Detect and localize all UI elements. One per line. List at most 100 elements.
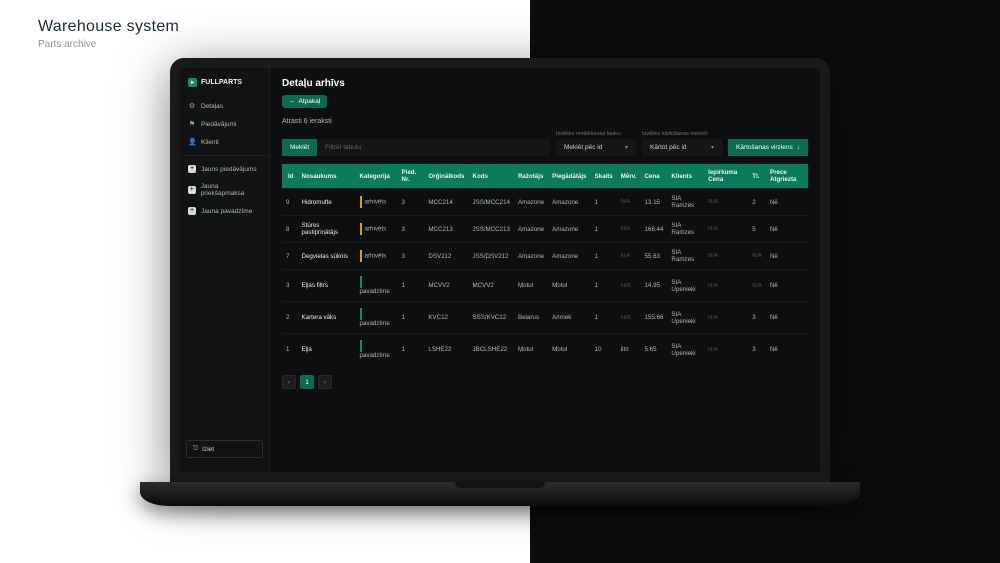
page-subtitle: Parts archive bbox=[38, 39, 179, 50]
sidebar-action-new-prepayment[interactable]: + Jauna priekšapmaksa bbox=[180, 178, 269, 202]
table-cell: Nē bbox=[766, 189, 808, 216]
table-cell: 9 bbox=[282, 189, 298, 216]
table-header-cell[interactable]: Cena bbox=[640, 164, 667, 189]
back-button[interactable]: ← Atpakaļ bbox=[282, 95, 327, 108]
table-cell: N/A bbox=[617, 243, 641, 270]
table-cell: 2 bbox=[282, 302, 298, 334]
table-cell: SIA Ramzes bbox=[667, 243, 704, 270]
table-cell: N/A bbox=[617, 189, 641, 216]
table-cell: 3 bbox=[748, 302, 766, 334]
table-header-cell[interactable]: Mērv. bbox=[617, 164, 641, 189]
view-title: Detaļu arhīvs bbox=[282, 78, 808, 89]
table-header-cell[interactable]: Tl. bbox=[748, 164, 766, 189]
sidebar-action-new-offer[interactable]: + Jauns piedāvājums bbox=[180, 160, 269, 178]
page-prev-button[interactable]: ‹ bbox=[282, 375, 296, 389]
sort-field-select[interactable]: Kārtot pēc id ▾ bbox=[642, 139, 722, 156]
table-header-cell[interactable]: Ražotājs bbox=[514, 164, 548, 189]
table-cell: SIA Upenieki bbox=[667, 334, 704, 366]
table-cell: MCVV2 bbox=[468, 270, 513, 302]
person-icon: 👤 bbox=[188, 138, 196, 146]
sort-direction-button[interactable]: Kārtošanas virziens ↓ bbox=[728, 139, 808, 156]
brand[interactable]: ▸ FULLPARTS bbox=[180, 76, 269, 97]
table-header-cell[interactable]: Klients bbox=[667, 164, 704, 189]
sidebar-item-detalas[interactable]: ⚙ Detaļas bbox=[180, 97, 269, 115]
table-cell: arhivēts bbox=[356, 189, 398, 216]
table-cell: litri bbox=[617, 334, 641, 366]
table-header-cell[interactable]: Id bbox=[282, 164, 298, 189]
search-button[interactable]: Meklēt bbox=[282, 139, 317, 156]
table-cell: 7 bbox=[282, 243, 298, 270]
table-cell: Nē bbox=[766, 302, 808, 334]
table-header-cell[interactable]: Skaits bbox=[591, 164, 617, 189]
chevron-down-icon: ▾ bbox=[711, 144, 714, 151]
category-bar-icon bbox=[360, 250, 362, 262]
table-cell: Motul bbox=[548, 334, 590, 366]
table-cell: MCVV2 bbox=[424, 270, 468, 302]
laptop-base bbox=[140, 482, 860, 506]
table-cell: JSS/DSV212 bbox=[468, 243, 513, 270]
table-cell: N/A bbox=[704, 216, 748, 243]
table-header-cell[interactable]: Nosaukums bbox=[298, 164, 356, 189]
sidebar-item-label: Detaļas bbox=[201, 103, 223, 110]
table-cell: arhivēts bbox=[356, 216, 398, 243]
table-header-cell[interactable]: Piegādātājs bbox=[548, 164, 590, 189]
table-row[interactable]: 2Kartera vākspavadzīme1KVC12SSS/KVC12Bel… bbox=[282, 302, 808, 334]
table-cell: 5 bbox=[748, 216, 766, 243]
app-root: ▸ FULLPARTS ⚙ Detaļas ⚑ Piedāvājumi 👤 Kl… bbox=[180, 68, 820, 472]
sidebar-action-new-invoice[interactable]: + Jauna pavadzīme bbox=[180, 202, 269, 220]
table-row[interactable]: 7Degvielas sūknisarhivēts3DSV212JSS/DSV2… bbox=[282, 243, 808, 270]
sidebar-item-piedavajumi[interactable]: ⚑ Piedāvājumi bbox=[180, 115, 269, 133]
table-cell: 1 bbox=[591, 243, 617, 270]
table-cell: N/A bbox=[617, 216, 641, 243]
table-header-cell[interactable]: Pied. Nr. bbox=[398, 164, 425, 189]
table-cell: Nē bbox=[766, 243, 808, 270]
table-cell: 55.63 bbox=[640, 243, 667, 270]
table-header-cell[interactable]: Kategorija bbox=[356, 164, 398, 189]
table-cell: arhivēts bbox=[356, 243, 398, 270]
sidebar: ▸ FULLPARTS ⚙ Detaļas ⚑ Piedāvājumi 👤 Kl… bbox=[180, 68, 270, 472]
table-cell: 3 bbox=[398, 189, 425, 216]
table-cell: 1 bbox=[282, 334, 298, 366]
sidebar-item-label: Jauna priekšapmaksa bbox=[201, 183, 261, 197]
table-cell: SIA Upenieki bbox=[667, 302, 704, 334]
brand-icon: ▸ bbox=[188, 78, 197, 87]
logout-button[interactable]: ⎋ Iziet bbox=[186, 440, 263, 458]
filter-input[interactable] bbox=[317, 139, 550, 156]
table-cell: 3 bbox=[398, 243, 425, 270]
sidebar-item-klienti[interactable]: 👤 Klienti bbox=[180, 133, 269, 151]
main-content: Detaļu arhīvs ← Atpakaļ Atrasti 6 ieraks… bbox=[270, 68, 820, 472]
table-cell: pavadzīme bbox=[356, 334, 398, 366]
page-current-button[interactable]: 1 bbox=[300, 375, 314, 389]
table-cell: N/A bbox=[704, 189, 748, 216]
table-cell: Nē bbox=[766, 334, 808, 366]
table-cell: 1 bbox=[591, 302, 617, 334]
table-cell: 1 bbox=[591, 216, 617, 243]
filter-bar: Meklēt Izvēlies meklēšanas lauku: Meklēt… bbox=[282, 131, 808, 156]
table-cell: SSS/KVC12 bbox=[468, 302, 513, 334]
table-cell: 155.66 bbox=[640, 302, 667, 334]
table-header-cell[interactable]: Prece Atgriezta bbox=[766, 164, 808, 189]
search-field-select[interactable]: Meklēt pēc id ▾ bbox=[556, 139, 636, 156]
table-header-cell[interactable]: Iepirkuma Cena bbox=[704, 164, 748, 189]
table-header-cell[interactable]: Kods bbox=[468, 164, 513, 189]
table-cell: Degvielas sūknis bbox=[298, 243, 356, 270]
table-cell: 14.95 bbox=[640, 270, 667, 302]
table-cell: 8 bbox=[282, 216, 298, 243]
arrow-down-icon: ↓ bbox=[797, 144, 800, 151]
table-cell: Motul bbox=[548, 270, 590, 302]
table-row[interactable]: 8Stūres pastiprinātājsarhivēts3MCC213JSS… bbox=[282, 216, 808, 243]
table-cell: pavadzīme bbox=[356, 302, 398, 334]
table-row[interactable]: 9Hidromuftearhivēts3MCC214JSS/MCC214Amaz… bbox=[282, 189, 808, 216]
table-cell: Belarus bbox=[514, 302, 548, 334]
table-row[interactable]: 3Eļļas filtrspavadzīme1MCVV2MCVV2MotulMo… bbox=[282, 270, 808, 302]
divider bbox=[180, 155, 269, 156]
table-cell: Amazone bbox=[548, 189, 590, 216]
table-cell: Amazone bbox=[514, 216, 548, 243]
page-next-button[interactable]: › bbox=[318, 375, 332, 389]
table-row[interactable]: 1Eļļapavadzīme1LSHE22JBCLSHE22MotulMotul… bbox=[282, 334, 808, 366]
table-cell: 3 bbox=[282, 270, 298, 302]
table-cell: SIA Upenieki bbox=[667, 270, 704, 302]
table-header-cell[interactable]: Orģinālkods bbox=[424, 164, 468, 189]
table-cell: N/A bbox=[748, 270, 766, 302]
table-cell: 3 bbox=[398, 216, 425, 243]
